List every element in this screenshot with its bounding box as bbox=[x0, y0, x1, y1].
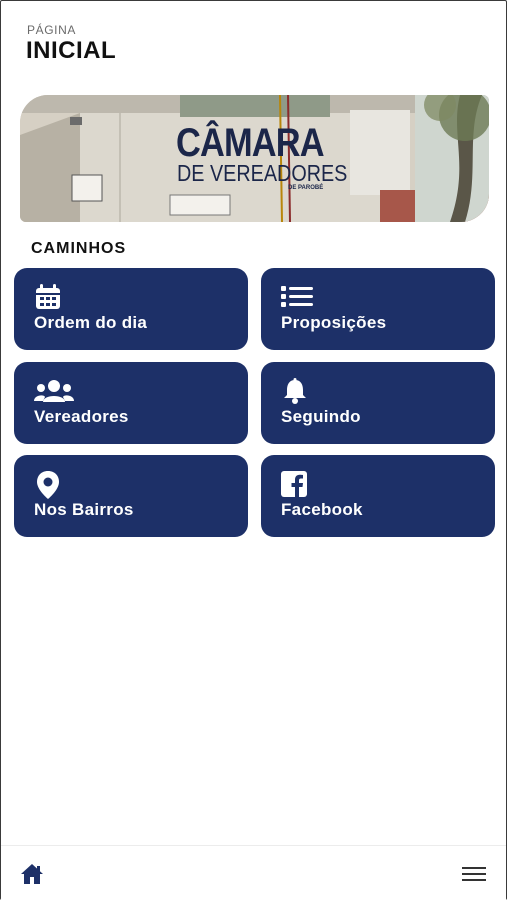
bell-icon bbox=[284, 378, 306, 404]
camara-banner-image: CÂMARA DE VEREADORES DE PAROBÉ bbox=[20, 95, 489, 222]
vereadores-button[interactable]: Vereadores bbox=[14, 362, 248, 444]
calendar-icon bbox=[36, 284, 60, 309]
section-title: CAMINHOS bbox=[31, 240, 127, 257]
seguindo-label: Seguindo bbox=[281, 407, 361, 426]
nos-bairros-button[interactable]: Nos Bairros bbox=[14, 455, 248, 537]
banner-logo-city: DE PAROBÉ bbox=[288, 185, 324, 191]
vereadores-label: Vereadores bbox=[34, 407, 129, 426]
ordem-do-dia-button[interactable]: Ordem do dia bbox=[14, 268, 248, 350]
map-pin-icon bbox=[37, 471, 59, 499]
page-eyebrow: PÁGINA bbox=[27, 23, 76, 37]
nos-bairros-label: Nos Bairros bbox=[34, 500, 134, 519]
seguindo-button[interactable]: Seguindo bbox=[261, 362, 495, 444]
banner-logo-subtitle: DE VEREADORES bbox=[177, 160, 348, 186]
list-icon bbox=[281, 286, 313, 307]
users-icon bbox=[34, 380, 74, 402]
page-title: INICIAL bbox=[26, 37, 117, 64]
ordem-do-dia-label: Ordem do dia bbox=[34, 313, 148, 332]
home-icon[interactable] bbox=[20, 863, 44, 885]
facebook-icon bbox=[281, 471, 307, 497]
bottom-navigation-bar bbox=[1, 845, 506, 900]
proposicoes-button[interactable]: Proposições bbox=[261, 268, 495, 350]
banner-logo-title: CÂMARA bbox=[176, 121, 325, 165]
facebook-label: Facebook bbox=[281, 500, 363, 519]
proposicoes-label: Proposições bbox=[281, 313, 387, 332]
hamburger-menu-icon[interactable] bbox=[462, 866, 486, 882]
facebook-button[interactable]: Facebook bbox=[261, 455, 495, 537]
